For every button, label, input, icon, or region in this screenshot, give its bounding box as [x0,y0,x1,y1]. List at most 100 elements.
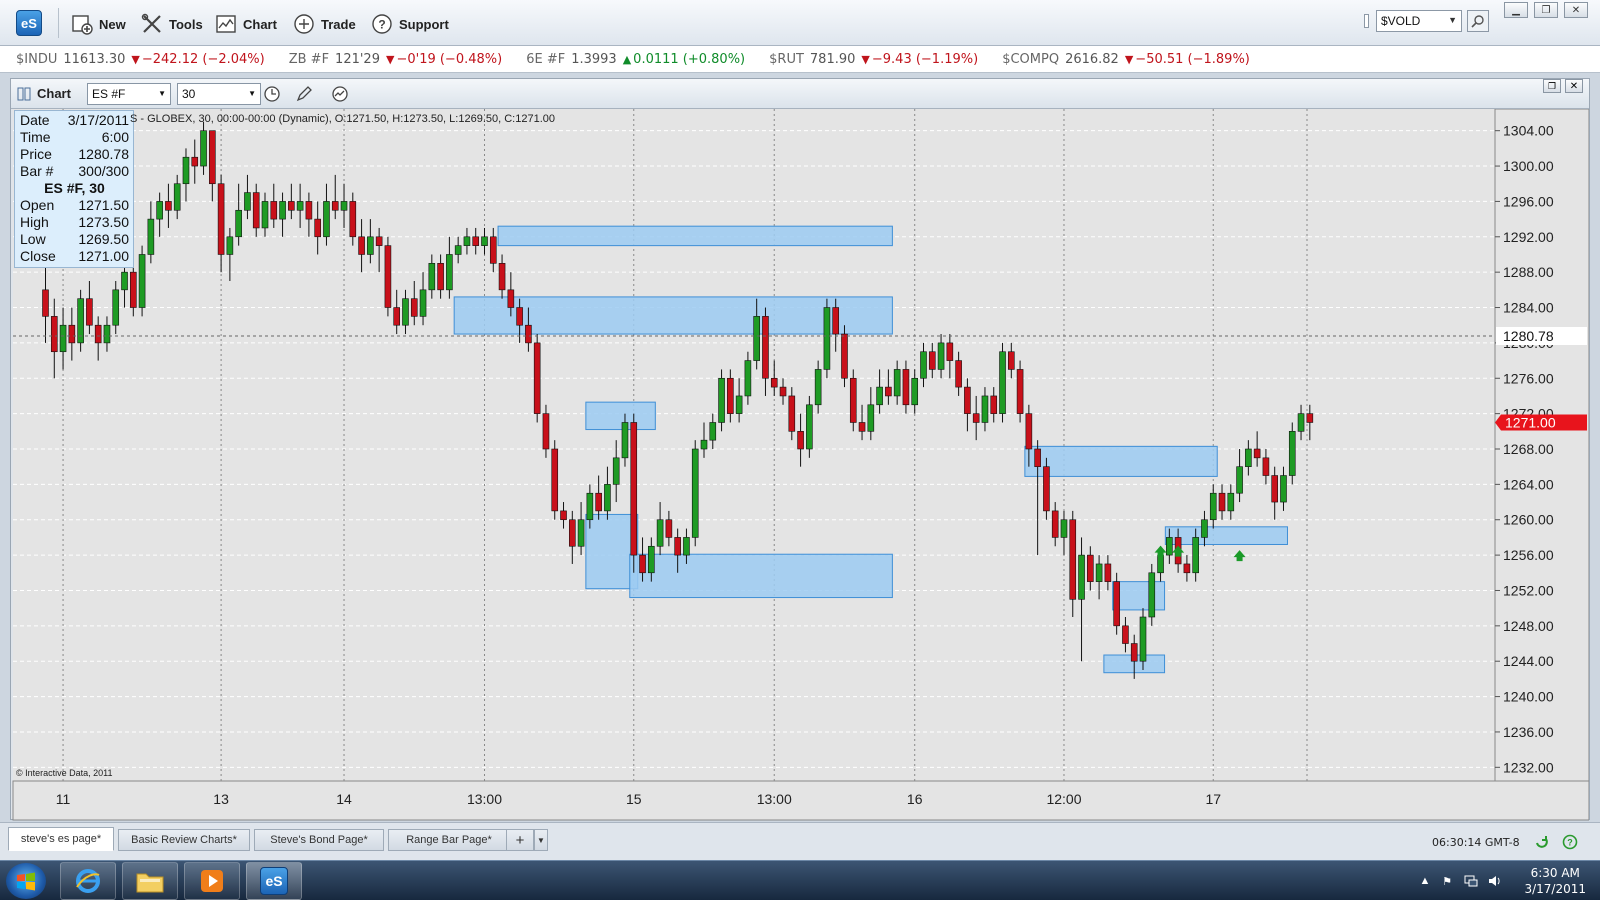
candle-body[interactable] [937,342,945,370]
candle-body[interactable] [1122,625,1129,644]
candle-body[interactable] [437,263,444,291]
candle-body[interactable] [454,245,462,255]
candle-body[interactable] [1201,519,1208,538]
candle-body[interactable] [1297,413,1305,432]
candle-body[interactable] [648,545,655,574]
supply-demand-zone[interactable] [1112,581,1166,611]
candle-body[interactable] [1016,369,1024,414]
candle-body[interactable] [261,201,269,229]
chart-interval-select[interactable]: 30 ▼ [177,83,261,105]
candle-body[interactable] [595,492,602,512]
connection-status-icon[interactable] [1534,834,1550,850]
candle-body[interactable] [893,369,901,397]
candle-body[interactable] [50,316,58,353]
candle-body[interactable] [1069,519,1077,600]
chart-symbol-select[interactable]: ES #F ▼ [87,83,171,105]
candle-body[interactable] [516,307,523,326]
candle-body[interactable] [112,289,120,326]
candle-body[interactable] [1043,466,1050,512]
candle-body[interactable] [911,377,919,406]
ticker-item[interactable]: 6E #F 1.3993 ▲ 0.0111 (+0.80%) [526,52,745,67]
candle-body[interactable] [841,333,848,379]
candle-body[interactable] [1078,554,1085,600]
candle-body[interactable] [1288,431,1296,476]
status-help-icon[interactable]: ? [1562,834,1578,850]
chart-button[interactable]: Chart [214,10,277,38]
taskbar-explorer[interactable] [122,862,178,900]
candle-body[interactable] [577,519,585,547]
candle-body[interactable] [762,316,769,379]
candle-body[interactable] [542,413,550,450]
candle-body[interactable] [753,316,760,361]
candle-body[interactable] [1271,475,1278,503]
candle-body[interactable] [1034,448,1041,467]
candle-body[interactable] [191,156,199,167]
trade-button[interactable]: Trade [292,10,356,38]
candle-body[interactable] [928,351,936,370]
candle-body[interactable] [314,218,321,238]
supply-demand-zone[interactable] [585,401,656,431]
candle-body[interactable] [472,236,480,246]
chart-close-button[interactable]: ✕ [1565,79,1583,93]
candle-body[interactable] [656,519,664,547]
candle-body[interactable] [1227,492,1235,512]
restore-button[interactable]: ❐ [1534,2,1558,18]
candle-body[interactable] [744,360,752,397]
candle-body[interactable] [59,324,67,353]
candle-body[interactable] [1060,519,1068,538]
candle-body[interactable] [639,554,646,574]
candle-body[interactable] [367,236,374,255]
candle-body[interactable] [86,298,93,326]
candle-body[interactable] [173,183,181,211]
candle-body[interactable] [1192,537,1199,574]
candle-body[interactable] [955,360,962,388]
candle-body[interactable] [1253,448,1261,459]
candle-body[interactable] [463,236,471,246]
candle-body[interactable] [1236,466,1243,494]
ticker-item[interactable]: $RUT 781.90 ▼ −9.43 (−1.19%) [769,52,978,67]
supply-demand-zone[interactable] [629,553,893,599]
page-tab-basic-review[interactable]: Basic Review Charts* [118,829,250,851]
candle-body[interactable] [806,404,813,450]
candle-body[interactable] [691,448,699,538]
candle-body[interactable] [393,307,401,326]
symbol-grip[interactable] [1364,14,1369,28]
candle-body[interactable] [683,537,690,556]
candle-body[interactable] [1157,554,1164,574]
page-menu-button[interactable]: ▼ [534,829,548,851]
close-window-button[interactable]: ✕ [1564,2,1588,18]
flag-icon[interactable]: ⚑ [1440,874,1454,888]
candle-body[interactable] [305,201,313,220]
candle-body[interactable] [402,298,409,326]
candle-body[interactable] [288,201,295,211]
candle-body[interactable] [419,289,427,317]
candle-body[interactable] [1025,413,1033,450]
candle-body[interactable] [94,324,102,344]
candle-body[interactable] [849,377,857,423]
candle-body[interactable] [147,218,155,255]
network-icon[interactable] [1464,874,1478,888]
candle-body[interactable] [410,298,418,317]
candle-body[interactable] [165,201,172,211]
candle-body[interactable] [446,254,453,291]
candle-body[interactable] [358,236,365,255]
candle-body[interactable] [200,130,207,167]
candle-body[interactable] [586,492,594,521]
candle-body[interactable] [525,324,532,344]
candle-body[interactable] [103,324,111,344]
candle-body[interactable] [1166,537,1173,556]
candle-body[interactable] [867,404,875,432]
candle-body[interactable] [621,422,629,459]
draw-tool-button[interactable] [293,84,315,104]
candle-body[interactable] [1262,457,1270,476]
candle-body[interactable] [252,192,260,229]
candle-body[interactable] [832,307,840,335]
candle-body[interactable] [156,201,163,220]
candle-body[interactable] [323,201,330,238]
search-button[interactable] [1467,10,1489,32]
candle-body[interactable] [1148,572,1156,618]
supply-demand-zone[interactable] [1024,445,1218,477]
candle-body[interactable] [1280,475,1287,503]
candle-body[interactable] [270,201,278,220]
plot-area[interactable] [13,109,1495,781]
